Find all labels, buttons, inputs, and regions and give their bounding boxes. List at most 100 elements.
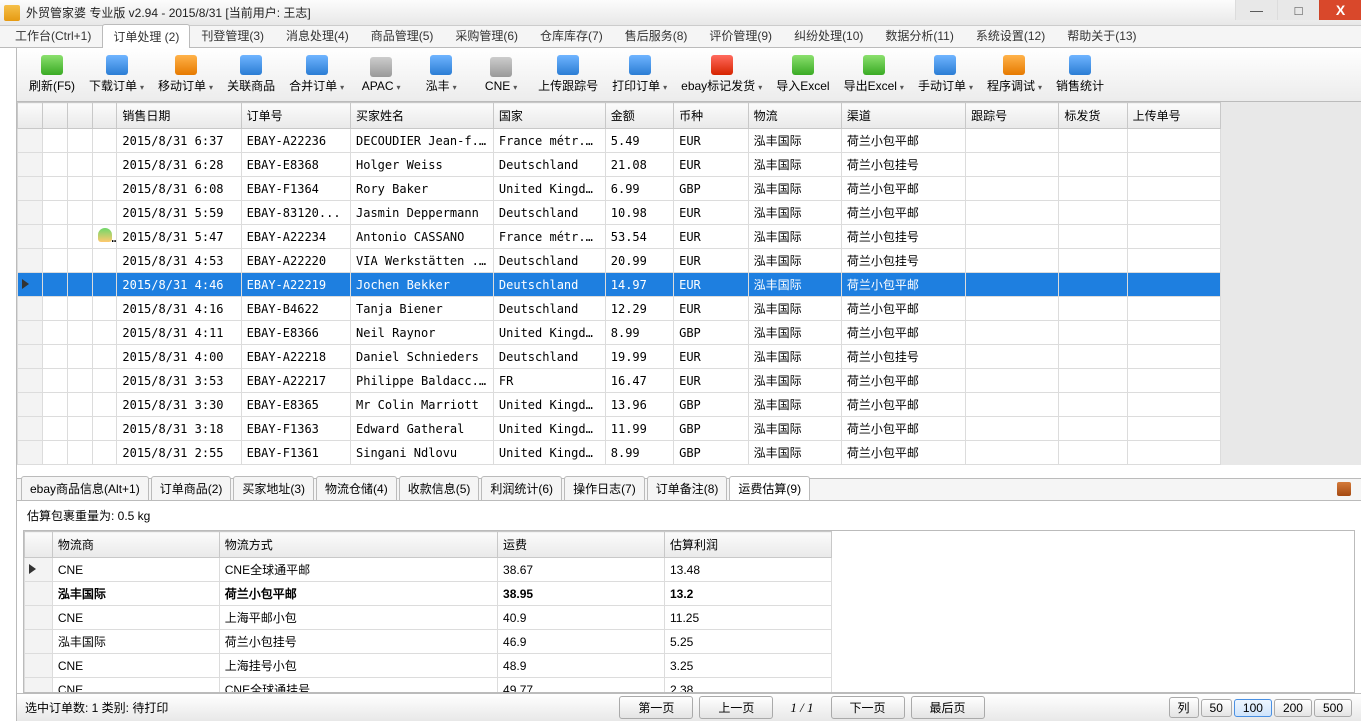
- main-tab[interactable]: 工作台(Ctrl+1): [4, 23, 102, 47]
- page-last-button[interactable]: 最后页: [911, 696, 985, 719]
- detail-tab[interactable]: 利润统计(6): [481, 476, 562, 500]
- page-size-button[interactable]: 50: [1201, 699, 1232, 717]
- row-header[interactable]: [25, 678, 53, 694]
- sidebar-item[interactable]: 待指定物流方式 (1): [0, 213, 17, 236]
- toolbar-button[interactable]: 程序调试▾: [981, 50, 1048, 100]
- maximize-button[interactable]: □: [1277, 0, 1319, 20]
- row-header[interactable]: [18, 273, 43, 297]
- main-tab[interactable]: 订单处理 (2): [102, 24, 190, 48]
- row-header[interactable]: [18, 129, 43, 153]
- sidebar-item[interactable]: 待交运订单 (21): [0, 351, 17, 374]
- grid-header[interactable]: [18, 103, 43, 129]
- main-tab[interactable]: 商品管理(5): [360, 23, 445, 47]
- sidebar-item[interactable]: 待合并订单 (0): [0, 190, 17, 213]
- table-row[interactable]: 2015/8/31 4:46EBAY-A22219Jochen BekkerDe…: [18, 273, 1221, 297]
- page-size-button[interactable]: 200: [1274, 699, 1312, 717]
- grid-header[interactable]: 上传单号: [1127, 103, 1220, 129]
- main-tab[interactable]: 采购管理(6): [444, 23, 529, 47]
- sidebar-item[interactable]: 已发货订单 (25107): [0, 374, 17, 397]
- freight-row[interactable]: 泓丰国际荷兰小包挂号46.95.25: [25, 630, 832, 654]
- list-mode-button[interactable]: 列: [1169, 697, 1199, 718]
- sidebar-item[interactable]: 商品未知 (0): [0, 121, 17, 144]
- row-header[interactable]: [25, 654, 53, 678]
- row-header[interactable]: [25, 582, 53, 606]
- sidebar-item[interactable]: 待打印订单 (87): [0, 236, 17, 259]
- toolbar-button[interactable]: 上传跟踪号: [532, 50, 604, 100]
- sidebar-item[interactable]: ⊞标记订单 (2506): [0, 466, 17, 489]
- row-header[interactable]: [18, 393, 43, 417]
- toolbar-button[interactable]: 合并订单▾: [283, 50, 350, 100]
- freight-header[interactable]: 运费: [498, 532, 665, 558]
- grid-header[interactable]: 订单号: [241, 103, 350, 129]
- main-tab[interactable]: 售后服务(8): [614, 23, 699, 47]
- row-header[interactable]: [18, 345, 43, 369]
- page-size-button[interactable]: 500: [1314, 699, 1352, 717]
- main-tab[interactable]: 仓库库存(7): [529, 23, 614, 47]
- main-tab[interactable]: 纠纷处理(10): [783, 23, 874, 47]
- sidebar-item[interactable]: 取消订单 (129): [0, 420, 17, 443]
- table-row[interactable]: 2015/8/31 2:55EBAY-F1361Singani NdlovuUn…: [18, 441, 1221, 465]
- row-header[interactable]: [18, 153, 43, 177]
- toolbar-button[interactable]: 手动订单▾: [912, 50, 979, 100]
- grid-header[interactable]: 销售日期: [117, 103, 241, 129]
- toolbar-button[interactable]: 销售统计: [1050, 50, 1110, 100]
- sidebar-item[interactable]: E邮宝订单 (18): [0, 282, 17, 305]
- detail-tab[interactable]: 订单备注(8): [647, 476, 728, 500]
- freight-grid[interactable]: 物流商物流方式运费估算利润CNECNE全球通平邮38.6713.48泓丰国际荷兰…: [24, 531, 832, 693]
- grid-header[interactable]: 金额: [605, 103, 673, 129]
- sidebar-item[interactable]: 退款订单 (129): [0, 397, 17, 420]
- freight-header[interactable]: 物流商: [52, 532, 219, 558]
- table-row[interactable]: 2015/8/31 6:08EBAY-F1364Rory BakerUnited…: [18, 177, 1221, 201]
- sidebar-item[interactable]: 留言待处理 (0): [0, 98, 17, 121]
- page-next-button[interactable]: 下一页: [831, 696, 905, 719]
- row-header[interactable]: [18, 249, 43, 273]
- row-header[interactable]: [18, 441, 43, 465]
- book-icon[interactable]: [1337, 482, 1351, 496]
- sidebar-item[interactable]: 过期订单 (720): [0, 443, 17, 466]
- main-tab[interactable]: 帮助关于(13): [1056, 23, 1147, 47]
- toolbar-button[interactable]: 导出Excel▾: [838, 50, 910, 100]
- grid-header[interactable]: 标发货: [1059, 103, 1127, 129]
- freight-row[interactable]: CNE上海平邮小包40.911.25: [25, 606, 832, 630]
- grid-header[interactable]: [42, 103, 67, 129]
- page-size-button[interactable]: 100: [1234, 699, 1272, 717]
- toolbar-button[interactable]: CNE▾: [472, 50, 530, 100]
- row-header[interactable]: [25, 630, 53, 654]
- main-tab[interactable]: 系统设置(12): [965, 23, 1056, 47]
- table-row[interactable]: 2015/8/31 4:11EBAY-E8366Neil RaynorUnite…: [18, 321, 1221, 345]
- freight-header[interactable]: 物流方式: [219, 532, 497, 558]
- main-tab[interactable]: 评价管理(9): [698, 23, 783, 47]
- table-row[interactable]: 2015/8/31 4:16EBAY-B4622Tanja BienerDeut…: [18, 297, 1221, 321]
- main-tab[interactable]: 消息处理(4): [275, 23, 360, 47]
- sidebar-item[interactable]: 待指定仓库 (0): [0, 144, 17, 167]
- toolbar-button[interactable]: 导入Excel: [770, 50, 835, 100]
- sidebar-item[interactable]: 未付款订单 (1739): [0, 75, 17, 98]
- toolbar-button[interactable]: 泓丰▾: [412, 50, 470, 100]
- main-tab[interactable]: 刊登管理(3): [190, 23, 275, 47]
- sidebar-item[interactable]: 所有订单 (28010): [0, 52, 17, 75]
- toolbar-button[interactable]: 关联商品: [221, 50, 281, 100]
- grid-header[interactable]: [92, 103, 117, 129]
- row-header[interactable]: [18, 201, 43, 225]
- table-row[interactable]: 2015/8/31 4:00EBAY-A22218Daniel Schniede…: [18, 345, 1221, 369]
- sidebar-item[interactable]: 海外仓订单 (26): [0, 259, 17, 282]
- detail-tab[interactable]: 收款信息(5): [399, 476, 480, 500]
- sidebar-item[interactable]: 已打印订单 (7): [0, 305, 17, 328]
- grid-header[interactable]: 币种: [674, 103, 749, 129]
- main-tab[interactable]: 数据分析(11): [874, 23, 964, 47]
- detail-tab[interactable]: 买家地址(3): [233, 476, 314, 500]
- grid-header[interactable]: 渠道: [841, 103, 965, 129]
- freight-row[interactable]: CNE上海挂号小包48.93.25: [25, 654, 832, 678]
- sidebar-item[interactable]: 缺货订单 (9): [0, 167, 17, 190]
- row-header[interactable]: [18, 225, 43, 249]
- detail-tab[interactable]: 物流仓储(4): [316, 476, 397, 500]
- detail-tab[interactable]: 运费估算(9): [729, 476, 810, 500]
- freight-header[interactable]: [25, 532, 53, 558]
- detail-tab[interactable]: 订单商品(2): [151, 476, 232, 500]
- table-row[interactable]: 2015/8/31 5:47EBAY-A22234Antonio CASSANO…: [18, 225, 1221, 249]
- freight-row[interactable]: CNECNE全球通平邮38.6713.48: [25, 558, 832, 582]
- toolbar-button[interactable]: 打印订单▾: [606, 50, 673, 100]
- freight-row[interactable]: CNECNE全球通挂号49.772.38: [25, 678, 832, 694]
- toolbar-button[interactable]: 刷新(F5): [23, 50, 81, 100]
- row-header[interactable]: [18, 177, 43, 201]
